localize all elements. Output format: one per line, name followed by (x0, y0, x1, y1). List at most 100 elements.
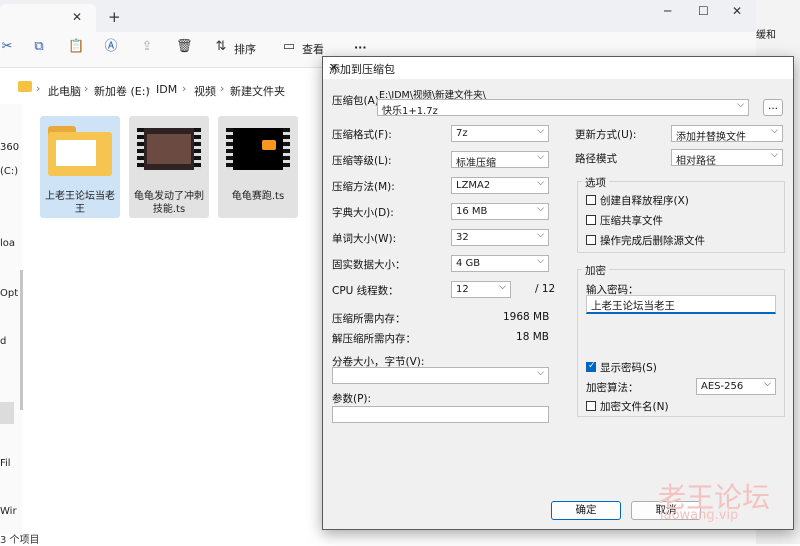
nav-item[interactable]: d (0, 336, 6, 347)
chevron-down-icon: ⌵ (537, 230, 544, 240)
file-item-folder[interactable]: 上老王论坛当老王 (40, 116, 120, 218)
encrypt-names-label: 加密文件名(N) (600, 401, 669, 413)
dict-value: 16 MB (456, 206, 488, 217)
mem-comp-value: 1968 MB (503, 311, 550, 323)
word-label: 单词大小(W): (332, 233, 397, 245)
enc-method-select[interactable]: AES-256 ⌵ (696, 378, 776, 395)
method-label: 压缩方法(M): (332, 181, 395, 193)
maximize-button[interactable]: ☐ (698, 4, 709, 18)
more-button[interactable]: ··· (354, 41, 367, 54)
dict-select[interactable]: 16 MB ⌵ (451, 203, 549, 220)
path-mode-select[interactable]: 相对路径 ⌵ (671, 149, 783, 166)
watermark-url: laowang.vip (660, 508, 739, 523)
option-checkbox[interactable] (586, 215, 596, 225)
file-name: 龟龟发动了冲刺技能.ts (134, 191, 204, 215)
nav-selected-item[interactable] (0, 402, 14, 424)
format-label: 压缩格式(F): (332, 129, 392, 141)
scrollbar[interactable] (20, 270, 23, 410)
browse-button[interactable]: ... (763, 99, 783, 116)
option-label: 压缩共享文件 (600, 215, 663, 227)
minimize-button[interactable]: ─ (664, 4, 671, 18)
copy-icon[interactable]: ⧉ (32, 40, 46, 54)
breadcrumb: › 此电脑 › 新加卷 (E:) › IDM › 视频 › 新建文件夹 (0, 76, 320, 104)
encryption-group: 加密 输入密码： 上老王论坛当老王 显示密码(S) 加密算法： AES-256⌵… (577, 263, 785, 417)
chevron-down-icon: ⌵ (537, 178, 544, 188)
file-name: 龟龟赛跑.ts (231, 191, 285, 202)
nav-item[interactable]: Wir (0, 506, 17, 517)
cpu-value: 12 (456, 284, 469, 295)
chevron-right-icon: › (220, 82, 225, 95)
params-label: 参数(P): (332, 393, 372, 405)
archive-name-combobox[interactable]: 快乐1+1.7z ⌵ (377, 99, 749, 116)
method-value: LZMA2 (456, 180, 491, 191)
chevron-right-icon: › (146, 82, 151, 95)
cut-icon[interactable]: ✂ (0, 40, 14, 54)
breadcrumb-item[interactable]: IDM (156, 83, 177, 96)
method-select[interactable]: LZMA2 ⌵ (451, 177, 549, 194)
new-tab-button[interactable]: + (108, 8, 121, 26)
solid-select[interactable]: 4 GB ⌵ (451, 255, 549, 272)
chevron-right-icon: › (84, 82, 89, 95)
enc-method-label: 加密算法： (586, 382, 639, 394)
delete-icon[interactable]: 🗑 (176, 40, 193, 54)
chevron-down-icon: ⌵ (771, 150, 778, 160)
path-mode-label: 路径模式 (575, 153, 617, 165)
file-item-video[interactable]: 龟龟赛跑.ts (218, 116, 298, 218)
nav-item[interactable]: loa (0, 238, 15, 249)
view-button[interactable]: 查看 (302, 41, 324, 57)
navigation-pane: 360 (C:) loa Opt d Fil Wir (0, 104, 22, 534)
tab-close-button[interactable]: ✕ (72, 10, 82, 24)
dialog-close-button[interactable]: ✕ (329, 61, 785, 74)
breadcrumb-item[interactable]: 新加卷 (E:) (94, 83, 150, 99)
word-select[interactable]: 32 ⌵ (451, 229, 549, 246)
format-value: 7z (456, 128, 468, 139)
sort-button[interactable]: 排序 (234, 41, 256, 57)
explorer-tab[interactable]: ✕ (0, 4, 96, 32)
format-select[interactable]: 7z ⌵ (451, 125, 549, 142)
video-thumbnail-icon (137, 128, 201, 170)
view-icon[interactable]: ▭ (282, 40, 296, 54)
archive-name-value: 快乐1+1.7z (382, 106, 438, 116)
file-item-video[interactable]: 龟龟发动了冲刺技能.ts (129, 116, 209, 218)
cpu-label: CPU 线程数： (332, 285, 399, 297)
level-select[interactable]: 标准压缩 ⌵ (451, 151, 549, 168)
option-checkbox[interactable] (586, 195, 596, 205)
update-select[interactable]: 添加并替换文件 ⌵ (671, 125, 783, 142)
option-checkbox[interactable] (586, 235, 596, 245)
options-group: 选项 创建自释放程序(X) 压缩共享文件 操作完成后删除源文件 (577, 175, 785, 253)
nav-item[interactable]: Opt (0, 288, 18, 299)
password-input[interactable]: 上老王论坛当老王 (586, 295, 776, 314)
breadcrumb-item[interactable]: 视频 (194, 83, 216, 99)
paste-icon[interactable]: 📋 (68, 40, 84, 54)
close-window-button[interactable]: ✕ (732, 4, 742, 18)
ok-button[interactable]: 确定 (551, 501, 621, 520)
encrypt-names-checkbox[interactable] (586, 401, 596, 411)
breadcrumb-item[interactable]: 新建文件夹 (230, 83, 285, 99)
show-password-label: 显示密码(S) (600, 362, 657, 374)
share-icon[interactable]: ⇪ (140, 40, 154, 54)
rename-icon[interactable]: Ⓐ (104, 40, 118, 54)
breadcrumb-item[interactable]: 此电脑 (48, 83, 81, 99)
chevron-right-icon: › (36, 82, 41, 95)
sort-icon[interactable]: ⇅ (214, 40, 228, 54)
video-thumbnail-icon (226, 128, 290, 170)
chevron-down-icon: ⌵ (537, 256, 544, 266)
nav-item[interactable]: 360 (0, 142, 19, 153)
option-label: 操作完成后删除源文件 (600, 235, 705, 247)
level-label: 压缩等级(L): (332, 155, 392, 167)
split-combobox[interactable]: ⌵ (332, 367, 549, 384)
mem-decomp-label: 解压缩所需内存： (332, 333, 416, 345)
nav-item[interactable]: Fil (0, 458, 11, 469)
options-title: 选项 (582, 175, 609, 190)
cpu-select[interactable]: 12 ⌵ (451, 281, 511, 298)
archive-label: 压缩包(A) (332, 95, 379, 107)
nav-item[interactable]: (C:) (0, 166, 18, 177)
chevron-down-icon: ⌵ (771, 126, 778, 136)
chevron-down-icon: ⌵ (537, 152, 544, 162)
update-value: 添加并替换文件 (676, 132, 746, 142)
encryption-title: 加密 (582, 263, 609, 278)
add-to-archive-dialog: 添加到压缩包 ✕ 压缩包(A) E:\IDM\视频\新建文件夹\ 快乐1+1.7… (322, 56, 794, 530)
show-password-checkbox[interactable] (586, 361, 596, 372)
params-input[interactable] (332, 406, 549, 423)
chevron-down-icon: ⌵ (737, 100, 744, 110)
